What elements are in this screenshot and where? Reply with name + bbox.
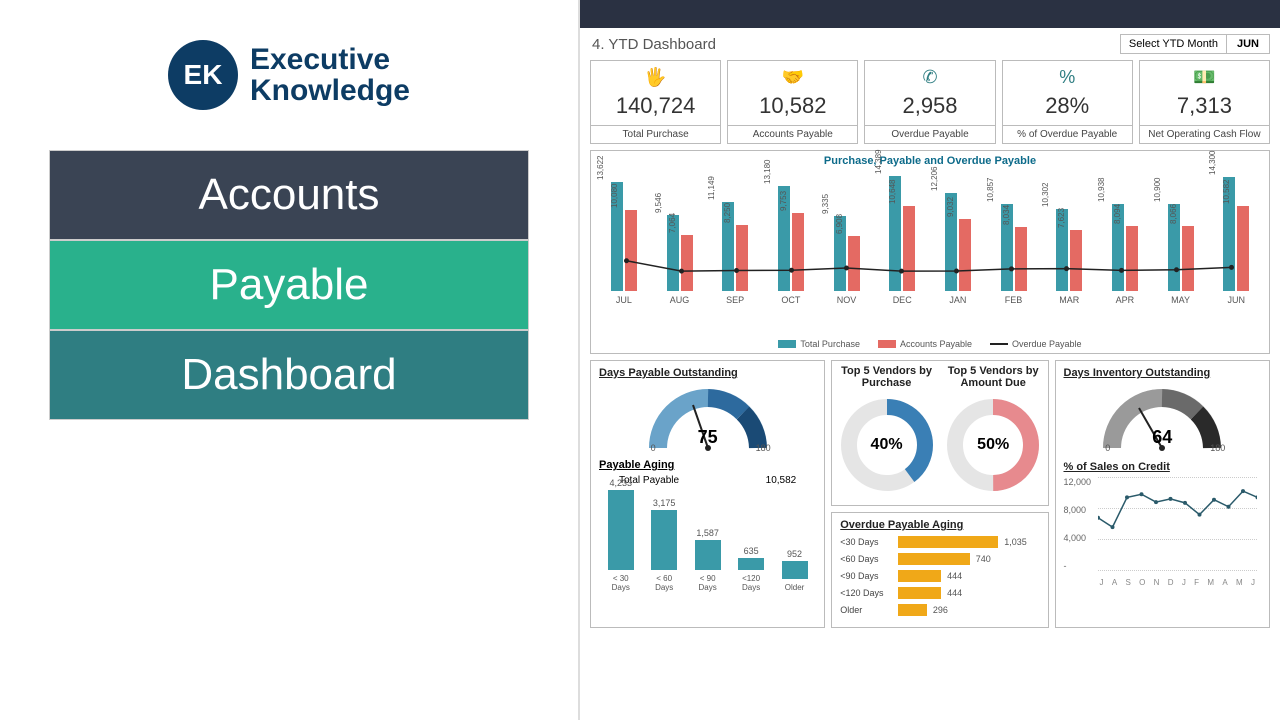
brand-badge: EK	[168, 40, 238, 110]
bar-accounts-payable: 10,080	[625, 210, 637, 291]
month-group: 10,8578,034FEB	[993, 204, 1035, 291]
dpo-gauge: 75 0 180	[643, 383, 773, 453]
month-group: 10,9388,094APR	[1104, 204, 1146, 292]
overdue-aging-bar: <30 Days1,035	[840, 536, 1039, 548]
main-chart: 13,62210,080JUL 9,5467,064AUG 11,1498,250S…	[599, 171, 1261, 321]
middle-column: Top 5 Vendors by Purchase 40% Top 5 Vend…	[831, 360, 1048, 628]
page-title: 4. YTD Dashboard	[592, 36, 716, 53]
sales-credit-title: % of Sales on Credit	[1064, 461, 1262, 473]
bar-accounts-payable: 7,623	[1070, 230, 1082, 291]
kpi-icon: 🤝	[732, 67, 853, 91]
title-row-2: Payable	[49, 240, 529, 330]
month-group: 14,30010,582JUN	[1215, 177, 1257, 291]
bar-accounts-payable: 8,034	[1015, 227, 1027, 291]
aging-bar: 635<120 Days	[733, 546, 768, 592]
kpi-label: Overdue Payable	[864, 126, 995, 144]
brand-logo: EK Executive Knowledge	[168, 40, 410, 110]
kpi-card: %28% % of Overdue Payable	[1002, 60, 1133, 144]
bar-accounts-payable: 8,066	[1182, 226, 1194, 291]
aging-bar: 952Older	[777, 549, 812, 592]
main-chart-legend: Total Purchase Accounts Payable Overdue …	[599, 339, 1261, 349]
payable-aging: Payable Aging Total Payable10,582 4,233<…	[599, 459, 816, 592]
brand-name: Executive Knowledge	[250, 44, 410, 107]
dpo-title: Days Payable Outstanding	[599, 367, 816, 379]
kpi-label: % of Overdue Payable	[1002, 126, 1133, 144]
kpi-card: ✆2,958 Overdue Payable	[864, 60, 995, 144]
kpi-card: 🖐140,724 Total Purchase	[590, 60, 721, 144]
kpi-value: 2,958	[869, 93, 990, 119]
month-group: 9,3356,908NOV	[826, 216, 868, 291]
bar-accounts-payable: 8,094	[1126, 226, 1138, 291]
kpi-value: 10,582	[732, 93, 853, 119]
kpi-icon: %	[1007, 67, 1128, 91]
month-group: 11,1498,250SEP	[714, 202, 756, 291]
main-chart-title: Purchase, Payable and Overdue Payable	[599, 155, 1261, 167]
kpi-icon: 💵	[1144, 67, 1265, 91]
kpi-value: 7,313	[1144, 93, 1265, 119]
month-group: 10,3027,623MAR	[1048, 209, 1090, 291]
title-row-1: Accounts	[49, 150, 529, 240]
donut-purchase: Top 5 Vendors by Purchase 40%	[836, 365, 937, 501]
donut-due: Top 5 Vendors by Amount Due 50%	[943, 365, 1044, 501]
aging-bar: 3,175< 60 Days	[646, 498, 681, 592]
dio-gauge: 64 0 180	[1097, 383, 1227, 453]
top-vendors-panel: Top 5 Vendors by Purchase 40% Top 5 Vend…	[831, 360, 1048, 506]
month-selector-label: Select YTD Month	[1120, 34, 1227, 54]
bar-accounts-payable: 10,582	[1237, 206, 1249, 291]
month-group: 12,2069,032JAN	[937, 193, 979, 291]
bar-accounts-payable: 6,908	[848, 236, 860, 291]
bar-accounts-payable: 7,064	[681, 235, 693, 292]
dashboard-header: 4. YTD Dashboard Select YTD Month JUN	[580, 28, 1280, 60]
kpi-card: 🤝10,582 Accounts Payable	[727, 60, 858, 144]
month-selector-value[interactable]: JUN	[1227, 34, 1270, 54]
month-group: 13,1809,753OCT	[770, 186, 812, 291]
title-panel: EK Executive Knowledge Accounts Payable …	[0, 0, 580, 720]
aging-bar: 4,233< 30 Days	[603, 478, 638, 592]
kpi-value: 28%	[1007, 93, 1128, 119]
dio-panel: Days Inventory Outstanding 64 0 180 % of…	[1055, 360, 1271, 628]
bottom-row: Days Payable Outstanding 75 0 180 Payabl…	[580, 360, 1280, 628]
overdue-aging-bar: <60 Days740	[840, 553, 1039, 565]
window-titlebar	[580, 0, 1280, 28]
bar-accounts-payable: 9,753	[792, 213, 804, 291]
aging-bar: 1,587< 90 Days	[690, 528, 725, 592]
dpo-panel: Days Payable Outstanding 75 0 180 Payabl…	[590, 360, 825, 628]
month-group: 14,38910,648DEC	[881, 176, 923, 291]
overdue-aging-bar: <120 Days444	[840, 587, 1039, 599]
month-group: 9,5467,064AUG	[659, 215, 701, 291]
kpi-icon: 🖐	[595, 67, 716, 91]
overdue-aging-bar: Older296	[840, 604, 1039, 616]
overdue-aging-bar: <90 Days444	[840, 570, 1039, 582]
kpi-cards: 🖐140,724 Total Purchase 🤝10,582 Accounts Pa…	[580, 60, 1280, 144]
main-chart-panel: Purchase, Payable and Overdue Payable 13…	[590, 150, 1270, 354]
sales-credit-chart: 12,0008,0004,000- JASONDJFMAMJ	[1064, 477, 1262, 587]
month-group: 13,62210,080JUL	[603, 182, 645, 291]
kpi-value: 140,724	[595, 93, 716, 119]
title-row-3: Dashboard	[49, 330, 529, 420]
month-group: 10,9008,066MAY	[1160, 204, 1202, 291]
kpi-card: 💵7,313 Net Operating Cash Flow	[1139, 60, 1270, 144]
bar-accounts-payable: 10,648	[903, 206, 915, 291]
kpi-icon: ✆	[869, 67, 990, 91]
dashboard: 4. YTD Dashboard Select YTD Month JUN 🖐1…	[580, 0, 1280, 720]
bar-accounts-payable: 8,250	[736, 225, 748, 291]
kpi-label: Accounts Payable	[727, 126, 858, 144]
dio-title: Days Inventory Outstanding	[1064, 367, 1262, 379]
bar-accounts-payable: 9,032	[959, 219, 971, 291]
kpi-label: Net Operating Cash Flow	[1139, 126, 1270, 144]
kpi-label: Total Purchase	[590, 126, 721, 144]
overdue-aging-panel: Overdue Payable Aging <30 Days1,035<60 D…	[831, 512, 1048, 628]
month-selector[interactable]: Select YTD Month JUN	[1120, 34, 1270, 54]
